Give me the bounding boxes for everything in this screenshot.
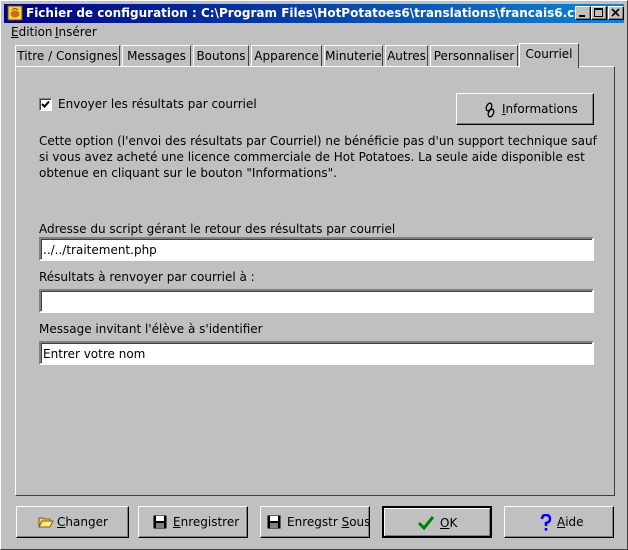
title-bar[interactable]: Fichier de configuration : C:\Program Fi… [4,4,624,23]
tab-minuterie[interactable]: Minuterie [324,45,383,66]
ok-button[interactable]: OK [382,506,492,538]
email-recipient-label: Résultats à renvoyer par courriel à : [39,270,255,284]
config-window: Fichier de configuration : C:\Program Fi… [0,0,628,550]
help-accel: A [557,515,566,529]
floppy-disk-icon [153,515,167,529]
close-icon [611,8,620,17]
floppy-disk-icon [267,515,281,529]
support-notice: Cette option (l'envoi des résultats par … [39,134,597,180]
change-button[interactable]: Changer [16,506,129,538]
maximize-button[interactable] [591,6,607,20]
informations-button[interactable]: Informations [456,93,594,125]
tab-courriel[interactable]: Courriel [519,43,579,68]
menu-inserer-label: nsérer [58,25,97,39]
script-address-input[interactable]: ../../traitement.php [39,237,594,261]
menu-inserer[interactable]: Insérer [55,25,97,39]
change-label: hanger [65,515,108,529]
minimize-button[interactable] [575,6,591,20]
tab-boutons[interactable]: Boutons [193,45,249,66]
script-address-label: Adresse du script gérant le retour des r… [39,222,396,236]
close-button[interactable] [608,6,624,20]
menu-edition-label: dition [18,25,53,39]
save-accel: E [173,515,181,529]
help-button[interactable]: Aide [504,506,614,538]
folder-open-icon [38,517,54,528]
save-label: nregistrer [180,515,240,529]
save-as-prefix: Enregstr [287,515,342,529]
email-recipient-input[interactable] [39,289,594,313]
checkmark-icon [41,100,50,108]
window-title: Fichier de configuration : C:\Program Fi… [26,6,589,20]
hotpotatoes-icon [7,5,23,21]
tab-autres[interactable]: Autres [385,45,428,66]
menu-edition[interactable]: Edition [11,25,53,39]
ok-label: K [449,516,458,530]
tab-titre-consignes[interactable]: Titre / Consignes [15,45,120,66]
save-button[interactable]: Enregistrer [138,506,248,538]
identify-message-label: Message invitant l'élève à s'identifier [39,322,263,336]
tab-messages[interactable]: Messages [122,45,191,66]
minimize-icon [579,15,585,17]
link-icon [485,102,495,118]
help-label: ide [565,515,584,529]
identify-message-input[interactable]: Entrer votre nom [39,341,594,365]
check-icon [418,516,434,531]
informations-label: nformations [505,102,578,116]
save-as-button[interactable]: Enregstr Sous [260,506,370,538]
send-results-label[interactable]: Envoyer les résultats par courriel [58,97,257,111]
send-results-checkbox[interactable] [39,98,52,111]
menu-edition-accel: E [11,25,19,39]
question-icon [540,514,552,531]
tab-apparence[interactable]: Apparence [251,45,322,66]
save-as-label: ous [349,515,371,529]
tab-personnaliser[interactable]: Personnaliser [430,45,518,66]
maximize-icon [594,8,603,17]
